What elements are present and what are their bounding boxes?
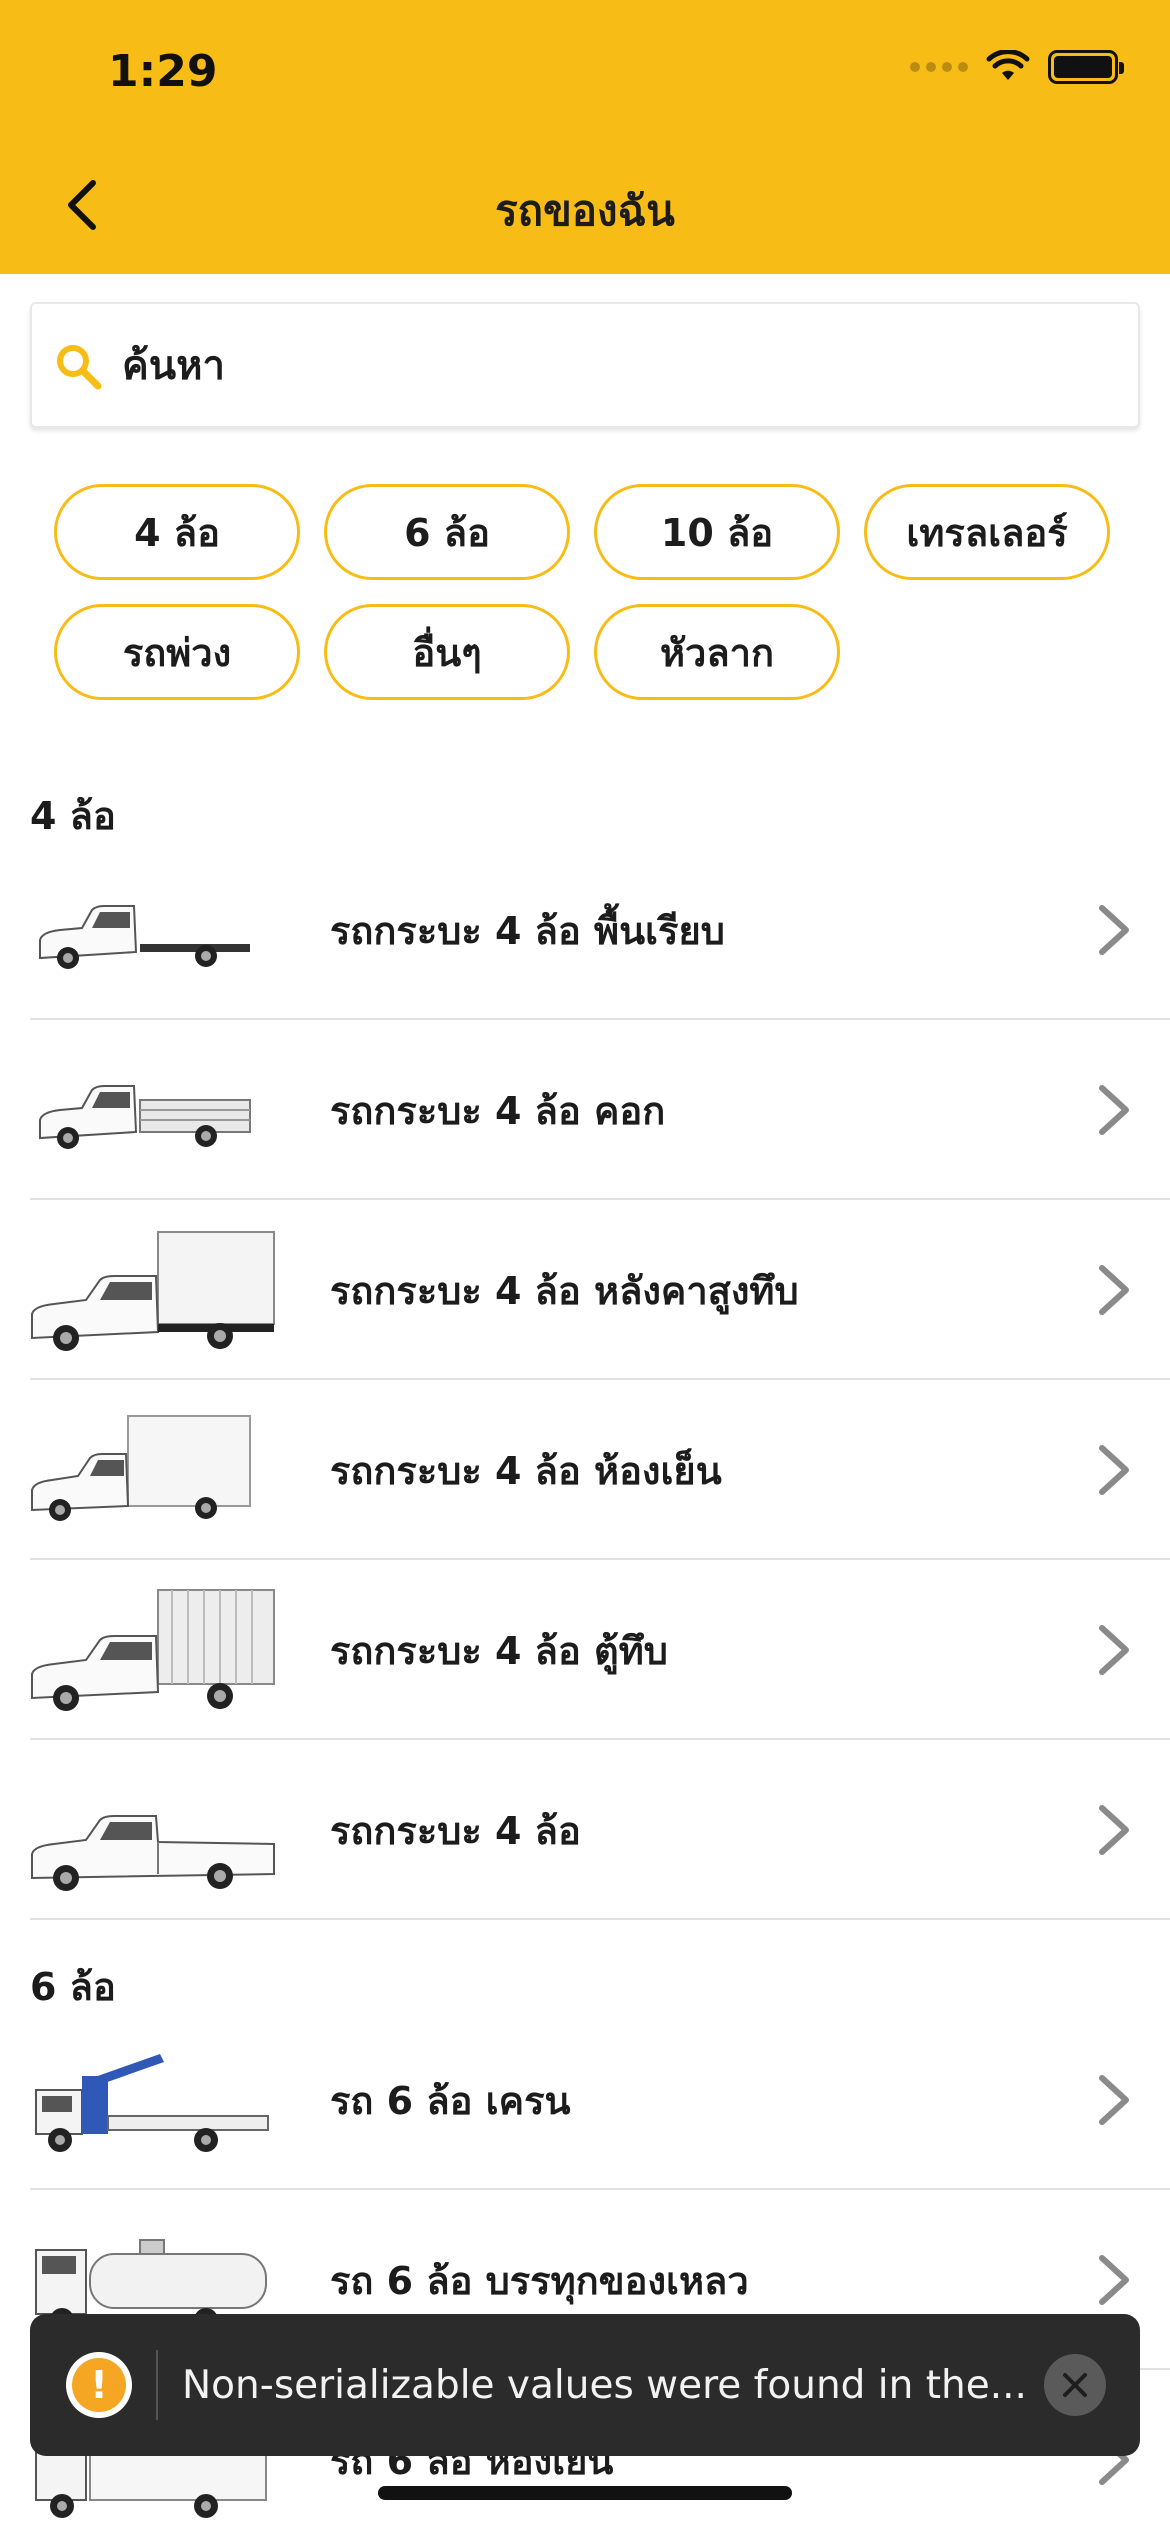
list-item-label: รถกระบะ 4 ล้อ พื้นเรียบ [330, 908, 725, 953]
filter-chip-trailer[interactable]: เทรลเลอร์ [864, 484, 1110, 580]
warning-icon: ! [66, 2352, 132, 2418]
warning-toast[interactable]: ! Non-serializable values were found in … [30, 2314, 1140, 2456]
list-item-label: รถกระบะ 4 ล้อ หลังคาสูงทึบ [330, 1268, 799, 1313]
filter-chip-full-trailer[interactable]: รถพ่วง [54, 604, 300, 700]
list-item-label: รถกระบะ 4 ล้อ [330, 1808, 581, 1853]
page-title: รถของฉัน [495, 186, 675, 235]
close-icon [1063, 2373, 1087, 2397]
top-bar: 1:29 รถของฉัน [0, 0, 1170, 274]
list-item-label: รถกระบะ 4 ล้อ ห้องเย็น [330, 1448, 722, 1493]
section-header-6-wheel: 6 ล้อ [30, 1965, 116, 2009]
section-header-4-wheel: 4 ล้อ [30, 794, 116, 838]
list-item-label: รถกระบะ 4 ล้อ ตู้ทึบ [330, 1628, 668, 1673]
list-item[interactable]: รถกระบะ 4 ล้อ ห้องเย็น [30, 1380, 1170, 1560]
filter-chip-10-wheel[interactable]: 10 ล้อ [594, 484, 840, 580]
chevron-right-icon [1099, 1625, 1129, 1675]
list-item[interactable]: รถกระบะ 4 ล้อ คอก [30, 1020, 1170, 1200]
chevron-right-icon [1099, 2255, 1129, 2305]
list-item-label: รถกระบะ 4 ล้อ คอก [330, 1088, 666, 1133]
list-item[interactable]: รถกระบะ 4 ล้อ ตู้ทึบ [30, 1560, 1170, 1740]
filter-chip-4-wheel[interactable]: 4 ล้อ [54, 484, 300, 580]
crane-truck-image [35, 2054, 269, 2152]
search-bar[interactable] [30, 302, 1140, 428]
cellular-signal-icon [910, 62, 968, 72]
chevron-right-icon [1099, 1445, 1129, 1495]
toast-close-button[interactable] [1044, 2354, 1106, 2416]
toast-divider [156, 2350, 158, 2420]
search-input[interactable] [122, 334, 1112, 398]
list-item[interactable]: รถกระบะ 4 ล้อ [30, 1740, 1170, 1920]
list-item-label: รถ 6 ล้อ เครน [330, 2078, 571, 2123]
standard-pickup-image [31, 1815, 275, 1891]
stake-pickup-image [39, 1085, 251, 1149]
filter-chip-other[interactable]: อื่นๆ [324, 604, 570, 700]
high-roof-pickup-image [31, 1231, 275, 1351]
status-time: 1:29 [108, 46, 218, 97]
chevron-right-icon [1099, 1085, 1129, 1135]
search-icon [57, 345, 102, 390]
home-indicator[interactable] [378, 2486, 792, 2500]
chevron-right-icon [1099, 1805, 1129, 1855]
status-icons [910, 50, 1124, 84]
refrigerated-pickup-image [31, 1415, 251, 1521]
filter-chip-6-wheel[interactable]: 6 ล้อ [324, 484, 570, 580]
chevron-right-icon [1099, 2075, 1129, 2125]
toast-message: Non-serializable values were found in th… [182, 2362, 1027, 2408]
list-item[interactable]: รถ 6 ล้อ เครน [30, 2010, 1170, 2190]
battery-icon [1048, 50, 1124, 84]
chevron-right-icon [1099, 1265, 1129, 1315]
list-item[interactable]: รถกระบะ 4 ล้อ พื้นเรียบ [30, 840, 1170, 1020]
chevron-right-icon [1099, 905, 1129, 955]
wifi-icon [986, 50, 1030, 80]
flatbed-pickup-image [39, 905, 250, 969]
filter-chip-tractor-head[interactable]: หัวลาก [594, 604, 840, 700]
list-item[interactable]: รถกระบะ 4 ล้อ หลังคาสูงทึบ [30, 1200, 1170, 1380]
box-pickup-image [31, 1589, 275, 1711]
